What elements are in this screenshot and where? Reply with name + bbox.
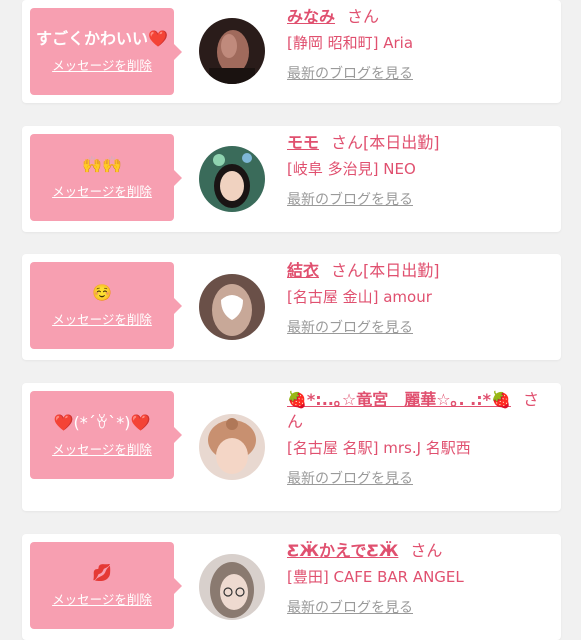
message-card: 💋 メッセージを削除 ƸӜかえでƸӜ さん [豊田] CAFE BAR ANGEL… bbox=[22, 534, 561, 640]
shop-label: [名古屋 名駅] mrs.J 名駅西 bbox=[287, 439, 471, 457]
message-bubble: ❤️(*´ꈊ`*)❤️ メッセージを削除 bbox=[30, 391, 182, 479]
message-text: 💋 bbox=[92, 563, 112, 582]
message-text: 🙌🙌 bbox=[82, 155, 122, 174]
shop-label: [岐阜 多治見] NEO bbox=[287, 160, 416, 178]
message-text: すごくかわいい❤️ bbox=[36, 29, 168, 48]
girl-info: ƸӜかえでƸӜ さん [豊田] CAFE BAR ANGEL 最新のブログを見る bbox=[287, 540, 551, 618]
honorific: さん bbox=[347, 7, 380, 26]
girl-info: みなみ さん [静岡 昭和町] Aria 最新のブログを見る bbox=[287, 6, 551, 84]
avatar[interactable] bbox=[199, 18, 265, 84]
message-text: ❤️(*´ꈊ`*)❤️ bbox=[53, 412, 151, 432]
avatar[interactable] bbox=[199, 274, 265, 340]
honorific: さん bbox=[410, 541, 443, 560]
message-card: ☺️ メッセージを削除 結衣 さん[本日出勤] [名古屋 金山] amour 最新… bbox=[22, 254, 561, 360]
avatar[interactable] bbox=[199, 146, 265, 212]
delete-message-link[interactable]: メッセージを削除 bbox=[52, 55, 152, 74]
message-list: すごくかわいい❤️ メッセージを削除 みなみ さん [静岡 昭和町] Aria 最… bbox=[0, 0, 581, 640]
shop-label: [名古屋 金山] amour bbox=[287, 288, 432, 306]
honorific: さん bbox=[331, 261, 364, 280]
girl-info: 🍓*:..｡☆竜宮 麗華☆｡. .:*🍓 さん [名古屋 名駅] mrs.J 名駅… bbox=[287, 389, 551, 489]
avatar[interactable] bbox=[199, 554, 265, 620]
message-bubble: すごくかわいい❤️ メッセージを削除 bbox=[30, 8, 182, 95]
status-label: [本日出勤] bbox=[363, 133, 440, 152]
honorific: さん bbox=[331, 133, 364, 152]
girl-name-link[interactable]: 🍓*:..｡☆竜宮 麗華☆｡. .:*🍓 bbox=[287, 390, 511, 409]
latest-blog-link[interactable]: 最新のブログを見る bbox=[287, 469, 413, 489]
shop-label: [静岡 昭和町] Aria bbox=[287, 34, 414, 52]
avatar[interactable] bbox=[199, 414, 265, 480]
latest-blog-link[interactable]: 最新のブログを見る bbox=[287, 64, 413, 84]
girl-name-link[interactable]: 結衣 bbox=[287, 261, 319, 280]
message-bubble: 💋 メッセージを削除 bbox=[30, 542, 182, 629]
message-card: 🙌🙌 メッセージを削除 モモ さん[本日出勤] [岐阜 多治見] NEO 最新のブ… bbox=[22, 126, 561, 232]
message-bubble: 🙌🙌 メッセージを削除 bbox=[30, 134, 182, 221]
girl-name-link[interactable]: モモ bbox=[287, 133, 319, 152]
message-card: ❤️(*´ꈊ`*)❤️ メッセージを削除 🍓*:..｡☆竜宮 麗華☆｡. .:*… bbox=[22, 383, 561, 511]
delete-message-link[interactable]: メッセージを削除 bbox=[52, 439, 152, 458]
shop-label: [豊田] CAFE BAR ANGEL bbox=[287, 568, 464, 586]
message-card: すごくかわいい❤️ メッセージを削除 みなみ さん [静岡 昭和町] Aria 最… bbox=[22, 0, 561, 103]
latest-blog-link[interactable]: 最新のブログを見る bbox=[287, 598, 413, 618]
latest-blog-link[interactable]: 最新のブログを見る bbox=[287, 318, 413, 338]
delete-message-link[interactable]: メッセージを削除 bbox=[52, 181, 152, 200]
status-label: [本日出勤] bbox=[363, 261, 440, 280]
girl-name-link[interactable]: みなみ bbox=[287, 7, 335, 26]
girl-info: モモ さん[本日出勤] [岐阜 多治見] NEO 最新のブログを見る bbox=[287, 132, 551, 210]
delete-message-link[interactable]: メッセージを削除 bbox=[52, 309, 152, 328]
latest-blog-link[interactable]: 最新のブログを見る bbox=[287, 190, 413, 210]
girl-info: 結衣 さん[本日出勤] [名古屋 金山] amour 最新のブログを見る bbox=[287, 260, 551, 338]
message-bubble: ☺️ メッセージを削除 bbox=[30, 262, 182, 349]
message-text: ☺️ bbox=[92, 283, 112, 302]
girl-name-link[interactable]: ƸӜかえでƸӜ bbox=[287, 541, 398, 560]
delete-message-link[interactable]: メッセージを削除 bbox=[52, 589, 152, 608]
